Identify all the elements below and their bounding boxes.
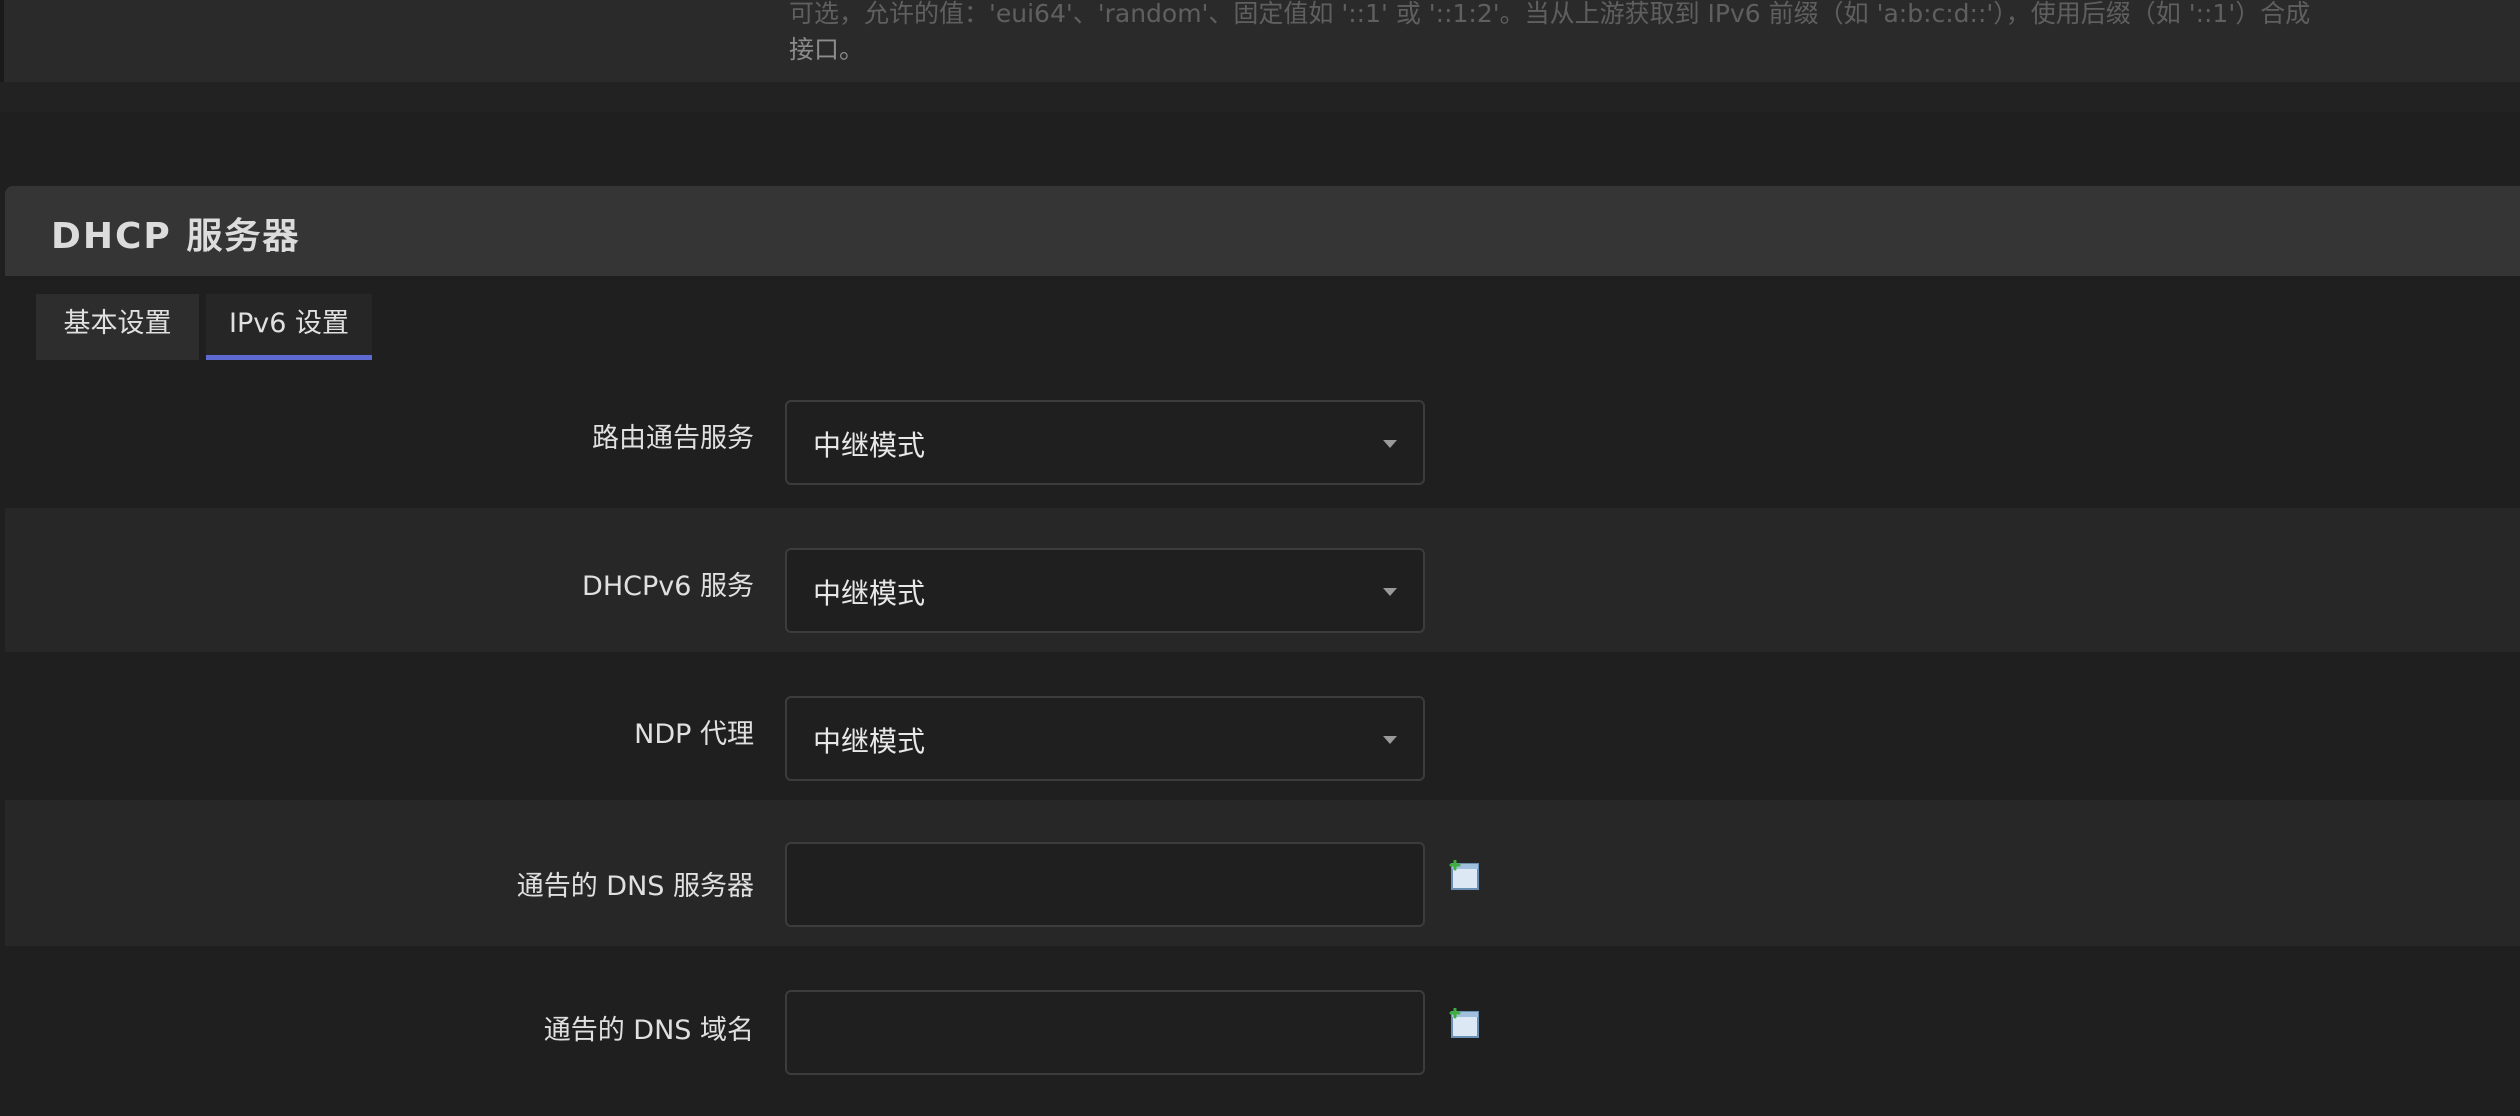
row-dns-domain: 通告的 DNS 域名 bbox=[5, 946, 2520, 1116]
dns-servers-input[interactable] bbox=[785, 842, 1425, 927]
add-entry-icon[interactable] bbox=[1449, 860, 1481, 892]
dhcpv6-service-label: DHCPv6 服务 bbox=[582, 571, 754, 602]
section-separator bbox=[0, 82, 2520, 112]
previous-section: 可选，允许的值：'eui64'、'random'、固定值如 '::1' 或 ':… bbox=[0, 0, 2520, 82]
ndp-proxy-value: 中继模式 bbox=[813, 725, 926, 758]
ndp-proxy-select[interactable]: 中继模式 bbox=[785, 696, 1425, 781]
dropdown-caret-icon bbox=[1383, 440, 1397, 448]
dhcpv6-service-value: 中继模式 bbox=[813, 577, 926, 610]
ra-service-label: 路由通告服务 bbox=[592, 423, 754, 454]
description-line-1: 可选，允许的值：'eui64'、'random'、固定值如 '::1' 或 ':… bbox=[789, 0, 2311, 28]
row-ndp-proxy: NDP 代理 中继模式 bbox=[5, 652, 2520, 800]
section-header: DHCP 服务器 bbox=[5, 186, 2520, 276]
dns-domain-label: 通告的 DNS 域名 bbox=[543, 1015, 754, 1046]
tab-basic-settings[interactable]: 基本设置 bbox=[36, 294, 199, 360]
row-dns-servers: 通告的 DNS 服务器 bbox=[5, 800, 2520, 946]
ra-service-select[interactable]: 中继模式 bbox=[785, 400, 1425, 485]
dns-domain-input[interactable] bbox=[785, 990, 1425, 1075]
dhcpv6-service-select[interactable]: 中继模式 bbox=[785, 548, 1425, 633]
ndp-proxy-label: NDP 代理 bbox=[634, 719, 754, 750]
previous-section-description: 可选，允许的值：'eui64'、'random'、固定值如 '::1' 或 ':… bbox=[789, 0, 2520, 68]
tab-ipv6-settings[interactable]: IPv6 设置 bbox=[206, 294, 372, 360]
add-entry-icon[interactable] bbox=[1449, 1008, 1481, 1040]
row-ra-service: 路由通告服务 中继模式 bbox=[5, 362, 2520, 508]
dropdown-caret-icon bbox=[1383, 736, 1397, 744]
row-dhcpv6-service: DHCPv6 服务 中继模式 bbox=[5, 508, 2520, 652]
section-title: DHCP 服务器 bbox=[51, 216, 301, 257]
ra-service-value: 中继模式 bbox=[813, 429, 926, 462]
dns-servers-label: 通告的 DNS 服务器 bbox=[516, 871, 754, 902]
dropdown-caret-icon bbox=[1383, 588, 1397, 596]
description-line-2: 接口。 bbox=[789, 35, 865, 64]
